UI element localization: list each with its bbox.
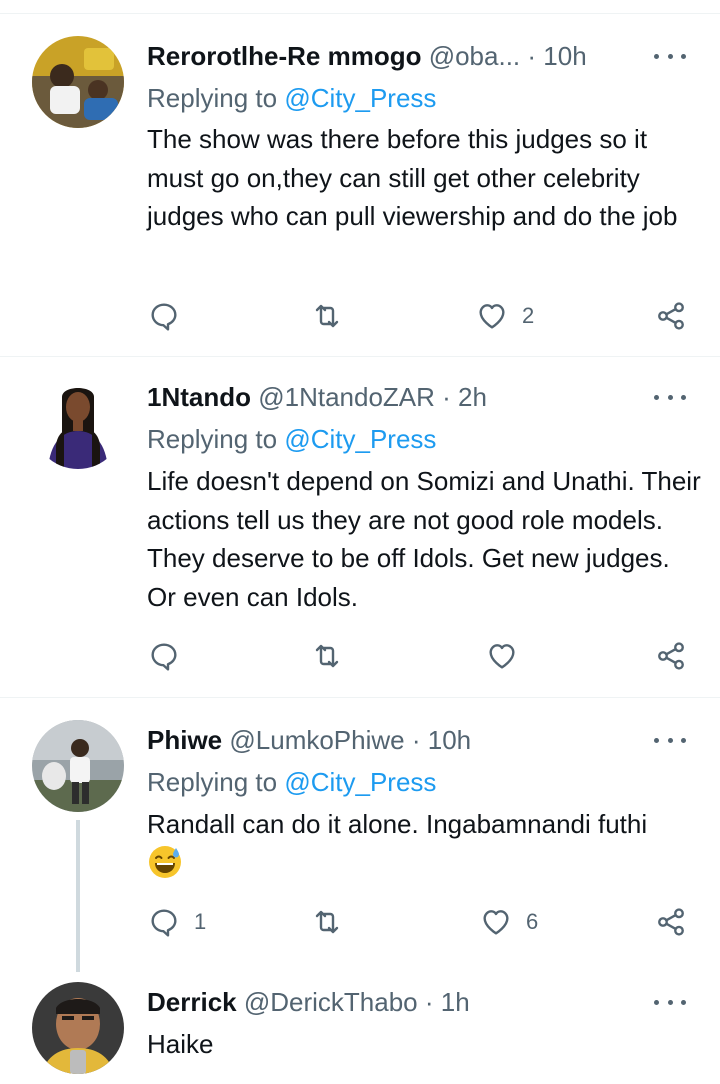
sweat-smile-emoji [147, 844, 183, 891]
replying-to-link[interactable]: @City_Press [284, 83, 436, 113]
retweet-button[interactable] [311, 296, 357, 336]
tweet-text: Randall can do it alone. Ingabamnandi fu… [147, 809, 648, 839]
reply-tweet[interactable]: Rerorotlhe-Re mmogo @oba... · 10h Replyi… [0, 0, 720, 356]
tweet-time[interactable]: · 1h [425, 987, 470, 1017]
more-icon[interactable] [654, 387, 686, 407]
reply-count: 1 [194, 909, 207, 934]
retweet-icon [315, 644, 339, 668]
reply-icon [151, 909, 177, 937]
reply-button[interactable]: 1 [148, 902, 206, 942]
replying-to: Replying to @City_Press [147, 762, 436, 802]
reply-tweet[interactable]: 1Ntando @1NtandoZAR · 2h Replying to @Ci… [0, 357, 720, 697]
action-bar: 1 6 [0, 902, 720, 942]
share-button[interactable] [655, 902, 687, 942]
tweet-header: Derrick @DerickThabo · 1h [147, 982, 630, 1022]
reply-tweet[interactable]: Derrick @DerickThabo · 1h Haike [0, 968, 720, 1084]
more-icon[interactable] [654, 992, 686, 1012]
avatar[interactable] [32, 377, 124, 469]
avatar[interactable] [32, 982, 124, 1074]
reply-button[interactable] [148, 296, 194, 336]
like-icon [489, 644, 515, 669]
share-button[interactable] [655, 636, 687, 676]
tweet-text: Life doesn't depend on Somizi and Unathi… [147, 466, 701, 612]
replying-to: Replying to @City_Press [147, 78, 436, 118]
user-handle[interactable]: @LumkoPhiwe [229, 725, 404, 755]
avatar[interactable] [32, 720, 124, 812]
reply-button[interactable] [148, 636, 194, 676]
user-handle[interactable]: @oba... [429, 41, 520, 71]
share-icon [658, 302, 684, 330]
more-icon[interactable] [654, 46, 686, 66]
like-button[interactable]: 6 [480, 902, 538, 942]
retweet-icon [315, 910, 339, 934]
tweet-header: Rerorotlhe-Re mmogo @oba... · 10h [147, 36, 630, 76]
tweet-header: 1Ntando @1NtandoZAR · 2h [147, 377, 630, 417]
like-button[interactable]: 2 [476, 296, 534, 336]
replying-prefix: Replying to [147, 767, 285, 797]
reply-icon [151, 643, 177, 671]
display-name[interactable]: Rerorotlhe-Re mmogo [147, 41, 421, 71]
tweet-time[interactable]: · 10h [412, 725, 471, 755]
display-name[interactable]: 1Ntando [147, 382, 251, 412]
tweet-text: The show was there before this judges so… [147, 124, 678, 231]
reply-tweet[interactable]: Phiwe @LumkoPhiwe · 10h Replying to @Cit… [0, 698, 720, 968]
share-icon [658, 908, 684, 936]
retweet-icon [315, 304, 339, 328]
tweet-time[interactable]: · 2h [442, 382, 487, 412]
replying-to-link[interactable]: @City_Press [284, 767, 436, 797]
replying-to: Replying to @City_Press [147, 419, 436, 459]
reply-icon [151, 303, 177, 331]
user-handle[interactable]: @DerickThabo [244, 987, 418, 1017]
tweet-header: Phiwe @LumkoPhiwe · 10h [147, 720, 630, 760]
display-name[interactable]: Derrick [147, 987, 237, 1017]
action-bar [0, 636, 720, 676]
retweet-button[interactable] [311, 636, 357, 676]
share-button[interactable] [655, 296, 687, 336]
avatar[interactable] [32, 36, 124, 128]
more-icon[interactable] [654, 730, 686, 750]
like-icon [479, 304, 505, 329]
retweet-button[interactable] [311, 902, 357, 942]
like-button[interactable] [486, 636, 532, 676]
tweet-text-container: Randall can do it alone. Ingabamnandi fu… [147, 805, 702, 890]
replying-prefix: Replying to [147, 424, 285, 454]
share-icon [658, 642, 684, 670]
action-bar: 2 [0, 296, 720, 336]
replying-prefix: Replying to [147, 83, 285, 113]
like-count: 6 [526, 909, 539, 934]
like-count: 2 [522, 303, 535, 328]
like-icon [483, 910, 509, 935]
replying-to-link[interactable]: @City_Press [284, 424, 436, 454]
user-handle[interactable]: @1NtandoZAR [258, 382, 435, 412]
display-name[interactable]: Phiwe [147, 725, 222, 755]
tweet-time[interactable]: · 10h [527, 41, 586, 71]
tweet-text: Haike [147, 1029, 214, 1059]
